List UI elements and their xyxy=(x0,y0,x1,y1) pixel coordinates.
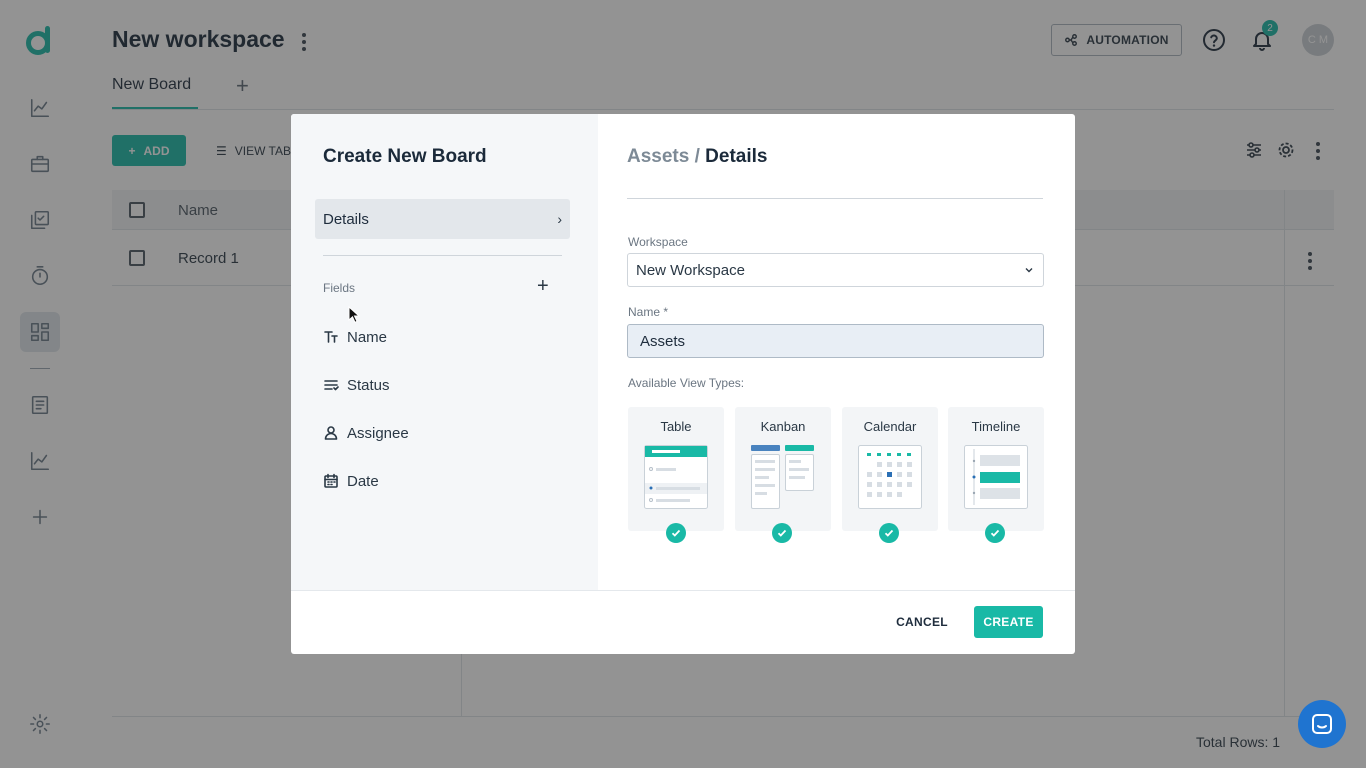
view-type-label: Timeline xyxy=(971,419,1021,434)
timeline-view-icon xyxy=(964,445,1028,509)
kanban-selected-check-icon[interactable] xyxy=(772,523,792,543)
chat-launcher[interactable] xyxy=(1298,700,1346,748)
cancel-button[interactable]: CANCEL xyxy=(886,606,958,638)
board-name-input[interactable]: Assets xyxy=(627,324,1044,358)
view-type-label: Calendar xyxy=(863,419,917,434)
side-panel-divider xyxy=(323,255,562,256)
breadcrumb-parent: Assets xyxy=(627,146,690,167)
field-label: Status xyxy=(347,376,390,394)
name-label: Name * xyxy=(628,305,669,319)
calendar-icon xyxy=(324,473,338,488)
field-label: Name xyxy=(347,328,388,346)
view-type-label: Table xyxy=(660,419,692,434)
field-item-assignee[interactable]: Assignee xyxy=(323,421,409,445)
chevron-down-icon xyxy=(1025,268,1033,273)
chat-icon xyxy=(1312,714,1332,734)
nav-item-details[interactable]: Details › xyxy=(315,199,570,239)
status-list-icon xyxy=(324,380,339,391)
chevron-right-icon: › xyxy=(557,211,562,227)
field-label: Assignee xyxy=(347,424,409,442)
mouse-cursor-icon xyxy=(348,306,360,323)
add-field-icon[interactable]: + xyxy=(537,276,549,296)
timeline-selected-check-icon[interactable] xyxy=(985,523,1005,543)
kanban-view-icon xyxy=(751,445,814,509)
view-type-kanban[interactable]: Kanban xyxy=(735,407,831,531)
workspace-select[interactable]: New Workspace xyxy=(627,253,1044,287)
breadcrumb-current: Details xyxy=(705,146,768,167)
text-type-icon xyxy=(324,331,338,343)
table-view-icon xyxy=(644,445,708,509)
workspace-label: Workspace xyxy=(628,235,688,249)
nav-details-label: Details xyxy=(323,210,369,228)
workspace-select-value: New Workspace xyxy=(636,261,745,279)
calendar-selected-check-icon[interactable] xyxy=(879,523,899,543)
person-icon xyxy=(324,426,338,440)
fields-heading: Fields xyxy=(323,281,356,295)
header-divider xyxy=(627,198,1043,199)
breadcrumb: Assets / Details xyxy=(627,146,767,168)
breadcrumb-separator: / xyxy=(689,146,706,167)
view-types-label: Available View Types: xyxy=(628,376,745,390)
modal-footer-divider xyxy=(291,590,1075,591)
modal-title: Create New Board xyxy=(323,146,487,167)
view-type-table[interactable]: Table xyxy=(628,407,724,531)
view-type-calendar[interactable]: Calendar xyxy=(842,407,938,531)
field-item-name[interactable]: Name xyxy=(323,325,387,349)
table-selected-check-icon[interactable] xyxy=(666,523,686,543)
modal-side-panel xyxy=(291,114,598,590)
field-item-status[interactable]: Status xyxy=(323,373,390,397)
view-type-label: Kanban xyxy=(760,419,806,434)
view-type-timeline[interactable]: Timeline xyxy=(948,407,1044,531)
calendar-view-icon xyxy=(858,445,922,509)
field-item-date[interactable]: Date xyxy=(323,469,379,493)
field-label: Date xyxy=(347,472,379,490)
create-button[interactable]: CREATE xyxy=(974,606,1043,638)
create-board-modal: Create New Board Details › Fields + Name… xyxy=(291,114,1075,654)
